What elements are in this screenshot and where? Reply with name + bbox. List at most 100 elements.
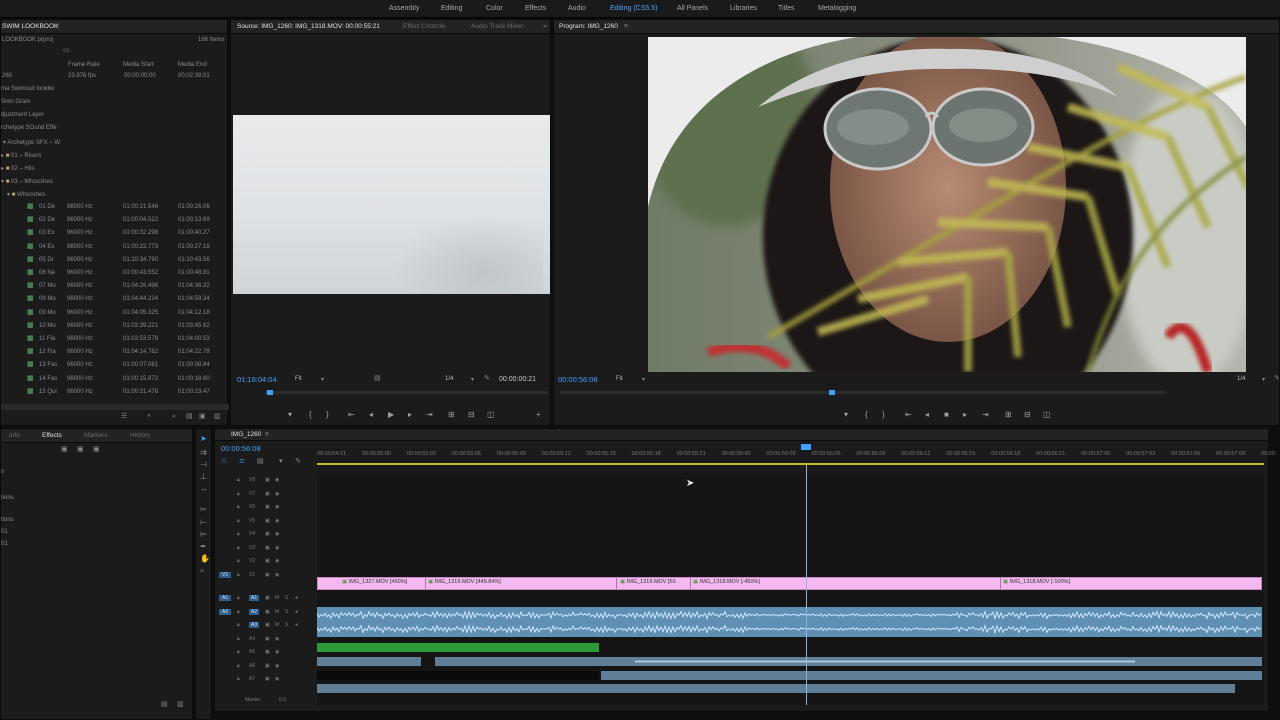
program-playhead-timecode[interactable]: 00:00:56:08 — [558, 375, 598, 384]
sync-lock-icon[interactable]: ▣ — [265, 545, 270, 551]
source-video-frame[interactable] — [233, 115, 550, 294]
effects-list-item[interactable]: s — [1, 469, 4, 475]
eye-icon[interactable]: ◉ — [275, 491, 279, 497]
eye-icon[interactable]: ◉ — [275, 636, 279, 642]
stop-icon[interactable]: ■ — [944, 410, 949, 419]
source-playhead-timecode[interactable]: 01:18:04:04 — [237, 375, 277, 384]
tab-effect-controls[interactable]: Effect Controls — [403, 23, 446, 30]
sync-lock-icon[interactable]: ▣ — [265, 636, 270, 642]
audio-clip-a1a2[interactable] — [317, 607, 1262, 637]
list-item[interactable]: ▸ ■ 02 – Hits — [1, 165, 35, 172]
step-back-icon[interactable]: ◂ — [369, 410, 373, 419]
slide-tool-icon[interactable]: ⊨ — [200, 531, 207, 539]
audio-track-header[interactable]: 🔒︎ A4 ▣ ◉ — [215, 636, 315, 646]
workspace-tab-audio[interactable]: Audio — [568, 5, 586, 12]
track-name-label[interactable]: V3 — [249, 545, 255, 551]
wrench-icon[interactable]: ✎ — [1274, 375, 1280, 383]
video-track-header[interactable]: 🔒︎ V5 ▣ ◉ — [215, 518, 315, 528]
tab-source[interactable]: Source: IMG_1260: IMG_1318.MOV: 00:00:55… — [237, 23, 380, 30]
eye-icon[interactable]: ◉ — [275, 531, 279, 537]
panel-menu-icon[interactable]: ≡ — [624, 23, 628, 30]
chevron-down-icon[interactable]: ▾ — [471, 376, 474, 384]
lock-icon[interactable]: 🔒︎ — [237, 477, 240, 483]
chevron-down-icon[interactable]: ▾ — [321, 376, 324, 384]
video-track-header[interactable]: 🔒︎ V3 ▣ ◉ — [215, 545, 315, 555]
panel-menu-icon[interactable]: ≡ — [55, 23, 59, 30]
rolling-edit-icon[interactable]: ⊥ — [200, 473, 207, 481]
column-header-media-end[interactable]: Media End — [178, 62, 207, 68]
lock-icon[interactable]: 🔒︎ — [237, 676, 240, 682]
tab-sequence[interactable]: IMG_1260 — [231, 431, 261, 438]
selection-tool-icon[interactable]: ➤ — [200, 435, 207, 443]
list-item[interactable]: ma Swimsuit lookbo — [1, 86, 54, 92]
source-patch-label[interactable]: A2 — [219, 608, 232, 615]
source-patch-label[interactable]: A1 — [219, 595, 232, 601]
audio-clip-a7[interactable] — [317, 684, 1235, 693]
extract-icon[interactable]: ⊟ — [1024, 410, 1031, 419]
panel-menu-icon[interactable]: ≡ — [265, 431, 269, 438]
trash-icon[interactable]: ▥ — [214, 413, 221, 421]
accelerated-effects-icon[interactable]: ▣ — [61, 446, 68, 454]
program-scrub-bar[interactable] — [560, 391, 1166, 394]
workspace-tab-all-panels[interactable]: All Panels — [677, 5, 708, 12]
track-name-label[interactable]: V2 — [249, 558, 255, 564]
effects-list-item[interactable]: tions — [1, 495, 14, 501]
audio-clip-a5[interactable] — [435, 657, 1262, 666]
add-marker-icon[interactable]: ▤ — [257, 458, 264, 466]
effects-list-item[interactable]: tions — [1, 517, 14, 523]
audio-clip-a6[interactable] — [317, 671, 599, 680]
track-name-label[interactable]: A7 — [249, 676, 255, 682]
project-panel-title[interactable]: SWIM LOOKBOOK — [2, 23, 58, 30]
track-name-label[interactable]: V6 — [249, 504, 255, 510]
voiceover-icon[interactable]: ● — [295, 622, 298, 628]
solo-icon[interactable]: S — [285, 595, 288, 601]
lock-icon[interactable]: 🔒︎ — [237, 504, 240, 510]
eye-icon[interactable]: ◉ — [275, 545, 279, 551]
yuv-effects-icon[interactable]: ▣ — [93, 446, 100, 454]
track-name-label[interactable]: A1 — [249, 595, 260, 601]
razor-tool-icon[interactable]: ✂ — [200, 506, 207, 514]
video-track-header[interactable]: 🔒︎ V7 ▣ ◉ — [215, 491, 315, 501]
lock-icon[interactable]: 🔒︎ — [237, 531, 240, 537]
audio-clip-a6[interactable] — [601, 671, 1262, 680]
lock-icon[interactable]: 🔒︎ — [237, 545, 240, 551]
new-item-icon[interactable]: ▣ — [199, 413, 206, 421]
eye-icon[interactable]: ◉ — [275, 504, 279, 510]
step-forward-icon[interactable]: ▸ — [963, 410, 967, 419]
lock-icon[interactable]: 🔒︎ — [237, 491, 240, 497]
tab-markers[interactable]: Markers — [84, 432, 107, 439]
effects-list-item[interactable]: 01 — [1, 529, 8, 535]
new-bin-icon[interactable]: ▤ — [186, 413, 193, 421]
project-scrollbar[interactable] — [1, 404, 229, 410]
sync-lock-icon[interactable]: ▣ — [265, 609, 270, 615]
lock-icon[interactable]: 🔒︎ — [237, 572, 240, 578]
marker-icon[interactable]: ▾ — [844, 410, 848, 419]
lock-icon[interactable]: 🔒︎ — [237, 518, 240, 524]
source-scrub-bar[interactable] — [265, 391, 547, 394]
mute-icon[interactable]: M — [275, 609, 279, 615]
work-area-bar[interactable] — [317, 463, 1264, 465]
timeline-playhead-handle[interactable] — [801, 444, 811, 450]
voiceover-icon[interactable]: ● — [295, 595, 298, 601]
column-header-frame-rate[interactable]: Frame Rate — [68, 62, 100, 68]
sync-lock-icon[interactable]: ▣ — [265, 491, 270, 497]
audio-clip-a5[interactable] — [317, 657, 421, 666]
eye-icon[interactable]: ◉ — [275, 518, 279, 524]
export-frame-icon[interactable]: ◫ — [487, 410, 495, 419]
tab-audio-track-mixer[interactable]: Audio Track Mixer: — [471, 23, 525, 30]
list-item[interactable]: ▾ ■ 03 – Whooshes — [1, 178, 53, 185]
column-header-media-start[interactable]: Media Start — [123, 62, 154, 68]
workspace-tab-color[interactable]: Color — [486, 5, 503, 12]
sync-lock-icon[interactable]: ▣ — [265, 649, 270, 655]
solo-icon[interactable]: S — [285, 622, 288, 628]
audio-track-header[interactable]: A1 🔒︎ A1 ▣ M S ● — [215, 595, 315, 605]
track-name-label[interactable]: V4 — [249, 531, 255, 537]
more-tabs-icon[interactable]: » — [543, 23, 547, 30]
video-track-header[interactable]: 🔒︎ V8 ▣ ◉ — [215, 477, 315, 487]
go-to-out-icon[interactable]: ⇥ — [426, 410, 433, 419]
list-item[interactable]: ▾ Archetype SFX – W — [3, 139, 60, 146]
zoom-tool-icon[interactable]: ⌕ — [200, 567, 204, 575]
source-playhead[interactable] — [267, 390, 273, 395]
lock-icon[interactable]: 🔒︎ — [237, 622, 240, 628]
solo-icon[interactable]: S — [285, 609, 288, 615]
